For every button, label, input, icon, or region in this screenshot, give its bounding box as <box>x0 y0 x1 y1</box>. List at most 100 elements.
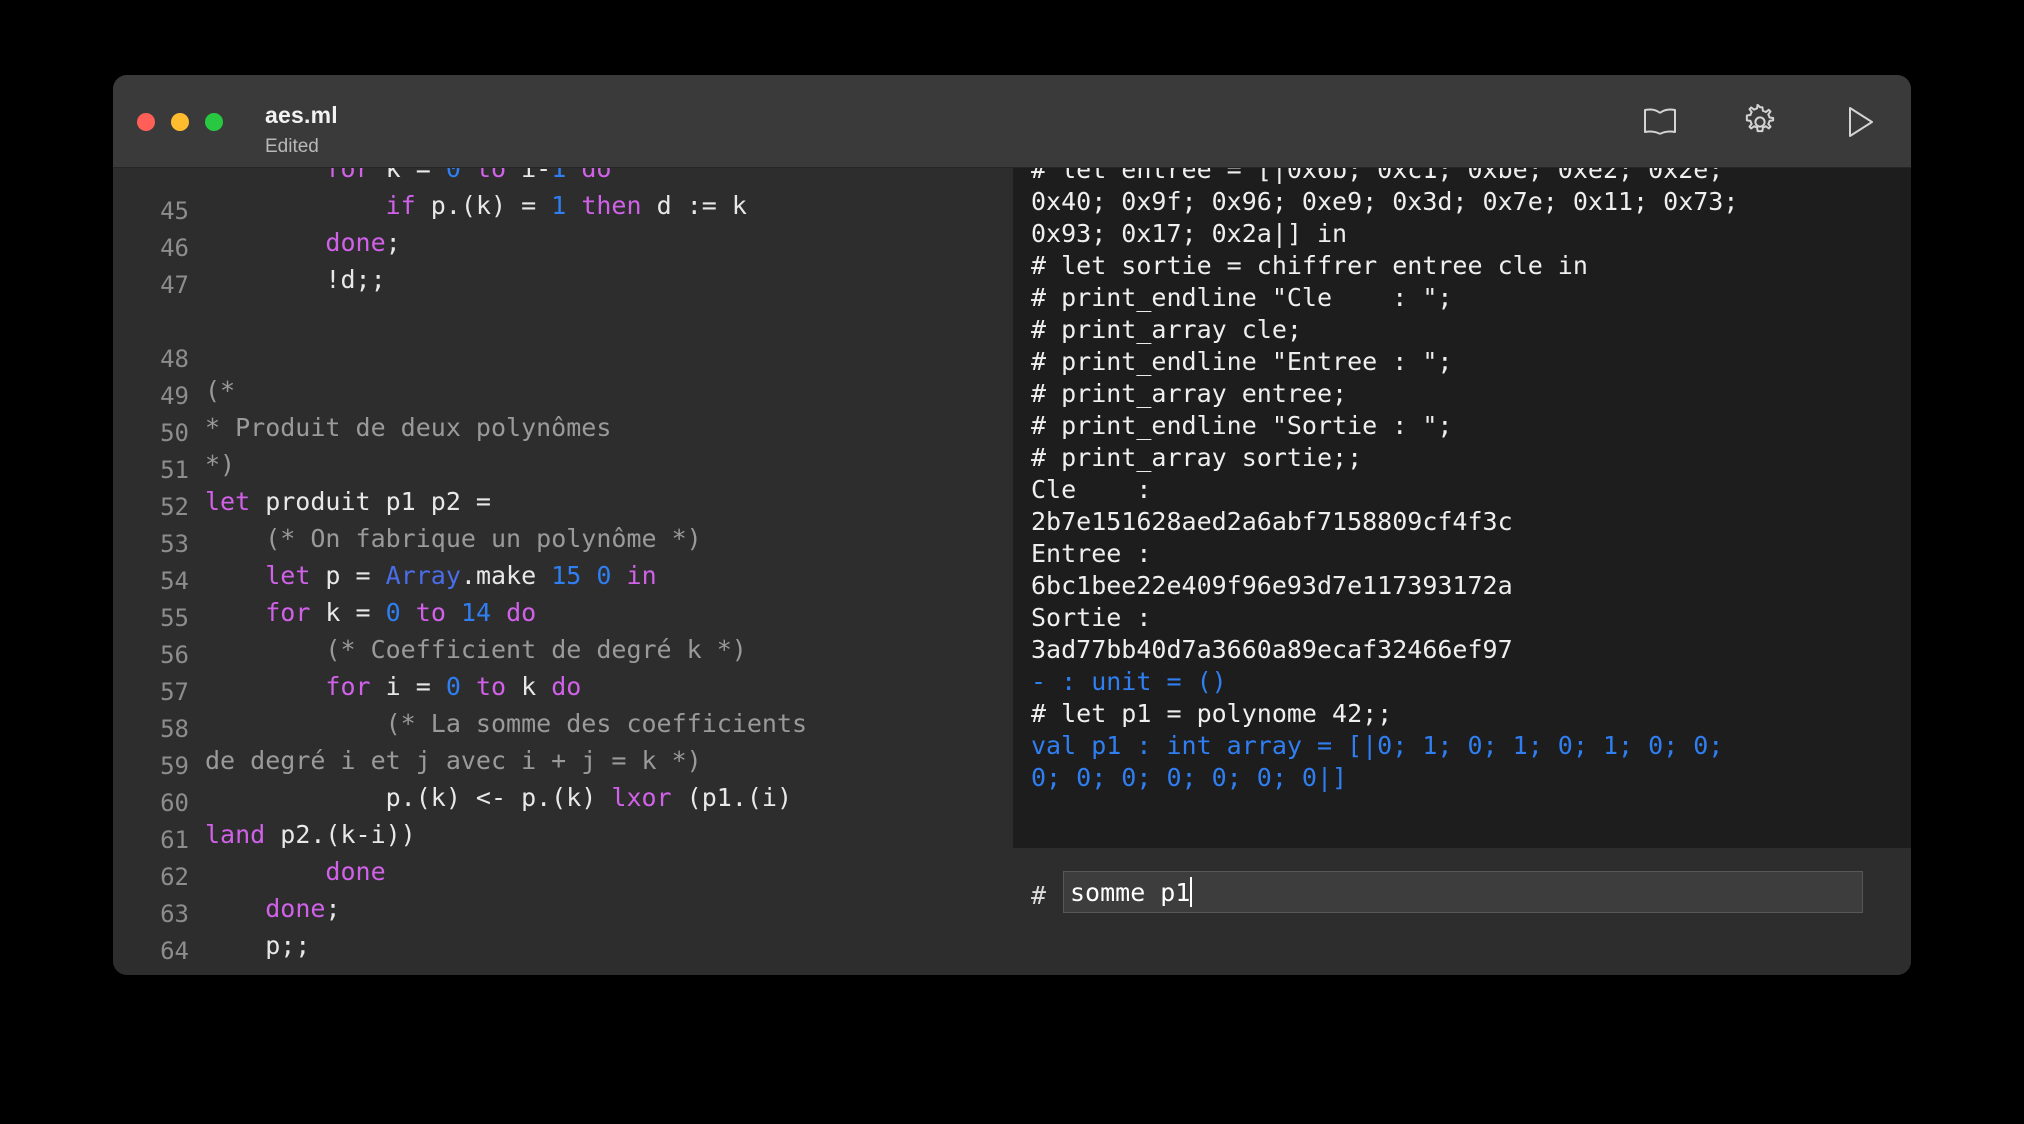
line-number: 63 <box>160 900 189 928</box>
line-number: 57 <box>160 678 189 706</box>
code-line-text: *) <box>205 450 236 479</box>
code-line: 58 (* La somme des coefficients <box>113 705 1013 743</box>
code-editor-pane[interactable]: for k = 0 to i-1 do 45 if p.(k) = 1 then … <box>113 168 1013 975</box>
traffic-light-controls <box>137 113 223 131</box>
zoom-window-button[interactable] <box>205 113 223 131</box>
prompt-symbol: # <box>1031 881 1047 910</box>
repl-output-line: # let entree = [|0x6b; 0xc1; 0xbe; 0xe2;… <box>1031 168 1724 184</box>
code-line: 60 p.(k) <- p.(k) lxor (p1.(i) <box>113 779 1013 817</box>
line-number: 56 <box>160 641 189 669</box>
document-status: Edited <box>265 136 319 157</box>
line-number: 58 <box>160 715 189 743</box>
repl-output-line: 6bc1bee22e409f96e93d7e117393172a <box>1031 571 1513 600</box>
code-line-text: !d;; <box>205 265 386 294</box>
line-number: 55 <box>160 604 189 632</box>
code-line: 57 for i = 0 to k do <box>113 668 1013 706</box>
code-line-text: for k = 0 to i-1 do <box>325 168 612 183</box>
code-line-text: let p = Array.make 15 0 in <box>265 561 657 590</box>
code-line-text: done; <box>265 894 341 923</box>
code-line: 51 *) <box>113 446 1013 484</box>
code-lines: for k = 0 to i-1 do 45 if p.(k) = 1 then … <box>113 168 1013 965</box>
code-line: 64 p;; <box>113 927 1013 965</box>
code-line: 50 * Produit de deux polynômes <box>113 409 1013 447</box>
line-number: 52 <box>160 493 189 521</box>
repl-output-line: # let p1 = polynome 42;; <box>1031 699 1393 728</box>
repl-output-line: # print_endline "Cle : "; <box>1031 283 1453 312</box>
repl-output-line: # let sortie = chiffrer entree cle in <box>1031 251 1588 280</box>
title-bar: aes.ml Edited <box>113 75 1911 168</box>
line-number: 45 <box>160 197 189 225</box>
book-icon[interactable] <box>1639 101 1681 143</box>
code-line-text: for k = 0 to 14 do <box>265 598 537 627</box>
repl-pane: # let entree = [|0x6b; 0xc1; 0xbe; 0xe2;… <box>1013 168 1911 975</box>
code-line: 59 de degré i et j avec i + j = k *) <box>113 742 1013 780</box>
code-line-text: p;; <box>205 931 311 960</box>
line-number: 62 <box>160 863 189 891</box>
code-line: 45 if p.(k) = 1 then d := k <box>113 187 1013 225</box>
line-number: 48 <box>160 345 189 373</box>
code-line: 47 !d;; <box>113 261 1013 299</box>
line-number: 51 <box>160 456 189 484</box>
code-line-text: (* <box>205 376 236 405</box>
repl-input-value: somme p1 <box>1070 877 1191 907</box>
repl-output-line: Cle : <box>1031 475 1152 504</box>
repl-output-line: # print_endline "Sortie : "; <box>1031 411 1453 440</box>
line-number: 47 <box>160 271 189 299</box>
minimize-window-button[interactable] <box>171 113 189 131</box>
text-caret <box>1190 877 1193 907</box>
code-line-text: for i = 0 to k do <box>325 672 582 701</box>
code-line-text: if p.(k) = 1 then d := k <box>385 191 747 220</box>
repl-output-lines: # let entree = [|0x6b; 0xc1; 0xbe; 0xe2;… <box>1031 168 1738 794</box>
code-line-text: (* Coefficient de degré k *) <box>325 635 747 664</box>
code-line: 56 (* Coefficient de degré k *) <box>113 631 1013 669</box>
play-icon[interactable] <box>1839 101 1881 143</box>
code-line-text: land p2.(k-i)) <box>205 820 416 849</box>
code-line: 62 done <box>113 853 1013 891</box>
page-title: aes.ml <box>265 102 338 128</box>
code-line-text: let produit p1 p2 = <box>205 487 491 516</box>
code-line-text: de degré i et j avec i + j = k *) <box>205 746 702 775</box>
repl-output-line: 0; 0; 0; 0; 0; 0; 0|] <box>1031 763 1348 792</box>
line-number: 60 <box>160 789 189 817</box>
repl-output-line: - : unit = () <box>1031 667 1227 696</box>
code-line-text: done; <box>325 228 401 257</box>
app-window: aes.ml Edited for k = 0 to i-1 do 45 if … <box>113 75 1911 975</box>
repl-output-line: Entree : <box>1031 539 1152 568</box>
repl-output-line: val p1 : int array = [|0; 1; 0; 1; 0; 1;… <box>1031 731 1724 760</box>
repl-output-line: 2b7e151628aed2a6abf7158809cf4f3c <box>1031 507 1513 536</box>
code-line-text: (* La somme des coefficients <box>385 709 808 738</box>
repl-output-line: # print_array sortie;; <box>1031 443 1363 472</box>
code-line-text: p.(k) <- p.(k) lxor (p1.(i) <box>205 783 793 812</box>
line-number: 46 <box>160 234 189 262</box>
close-window-button[interactable] <box>137 113 155 131</box>
code-line-text: (* On fabrique un polynôme *) <box>265 524 702 553</box>
repl-output[interactable]: # let entree = [|0x6b; 0xc1; 0xbe; 0xe2;… <box>1013 168 1911 848</box>
line-number: 53 <box>160 530 189 558</box>
code-line: 53 (* On fabrique un polynôme *) <box>113 520 1013 558</box>
repl-input-field[interactable]: somme p1 <box>1063 871 1863 913</box>
code-line: 49 (* <box>113 372 1013 410</box>
line-number: 54 <box>160 567 189 595</box>
window-content: for k = 0 to i-1 do 45 if p.(k) = 1 then … <box>113 168 1911 975</box>
line-number: 61 <box>160 826 189 854</box>
code-line-text: done <box>325 857 386 886</box>
code-line: for k = 0 to i-1 do <box>113 168 1013 187</box>
document-title-block: aes.ml Edited <box>265 90 338 157</box>
line-number: 59 <box>160 752 189 780</box>
repl-output-line: 0x40; 0x9f; 0x96; 0xe9; 0x3d; 0x7e; 0x11… <box>1031 187 1739 216</box>
repl-output-line: # print_array cle; <box>1031 315 1302 344</box>
repl-output-line: 3ad77bb40d7a3660a89ecaf32466ef97 <box>1031 635 1513 664</box>
code-line: 52 let produit p1 p2 = <box>113 483 1013 521</box>
repl-output-line: 0x93; 0x17; 0x2a|] in <box>1031 219 1348 248</box>
repl-output-line: # print_array entree; <box>1031 379 1348 408</box>
code-line: 61 land p2.(k-i)) <box>113 816 1013 854</box>
code-line: 46 done; <box>113 224 1013 262</box>
line-number: 49 <box>160 382 189 410</box>
repl-input-area: # somme p1 <box>1013 848 1911 975</box>
code-line: 54 let p = Array.make 15 0 in <box>113 557 1013 595</box>
line-number: 64 <box>160 937 189 965</box>
line-number: 50 <box>160 419 189 447</box>
code-line: 55 for k = 0 to 14 do <box>113 594 1013 632</box>
gear-icon[interactable] <box>1739 101 1781 143</box>
